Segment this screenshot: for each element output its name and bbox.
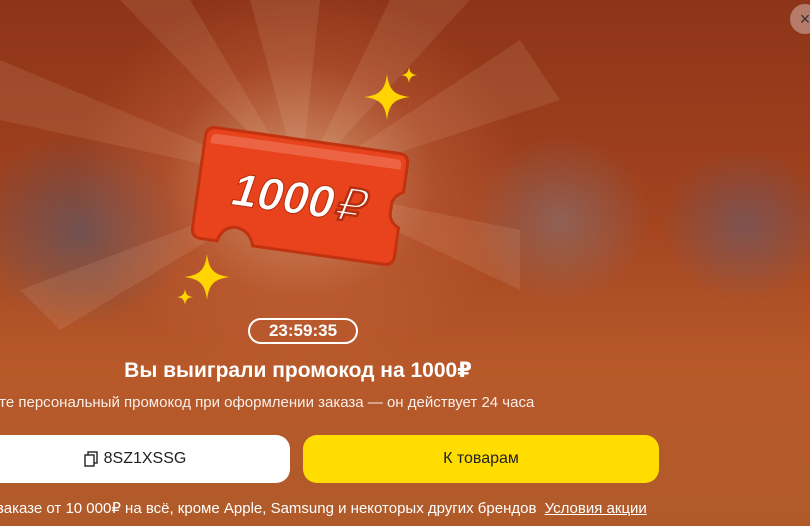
to-products-button[interactable]: К товарам: [303, 435, 659, 483]
to-products-label: К товарам: [443, 450, 519, 467]
terms-link[interactable]: Условия акции: [545, 500, 647, 517]
copy-icon: [83, 451, 98, 467]
promo-modal: × 1000₽ 23:59:35 Вы выиграли промокод на…: [0, 0, 810, 526]
promo-ticket-icon: 1000₽: [190, 126, 410, 266]
promo-terms-note: ри заказе от 10 000₽ на всё, кроме Apple…: [0, 499, 647, 517]
sparkle-icon: [400, 66, 418, 84]
countdown-timer: 23:59:35: [248, 318, 358, 344]
promo-description: льзуйте персональный промокод при оформл…: [0, 394, 535, 411]
sparkle-icon: [176, 288, 194, 306]
promo-code: 8SZ1XSSG: [103, 450, 187, 467]
footnote-text: ри заказе от 10 000₽ на всё, кроме Apple…: [0, 500, 537, 517]
page-title: Вы выиграли промокод на 1000₽: [124, 359, 472, 382]
close-icon: ×: [799, 9, 810, 29]
copy-code-button[interactable]: 8SZ1XSSG: [0, 435, 290, 483]
